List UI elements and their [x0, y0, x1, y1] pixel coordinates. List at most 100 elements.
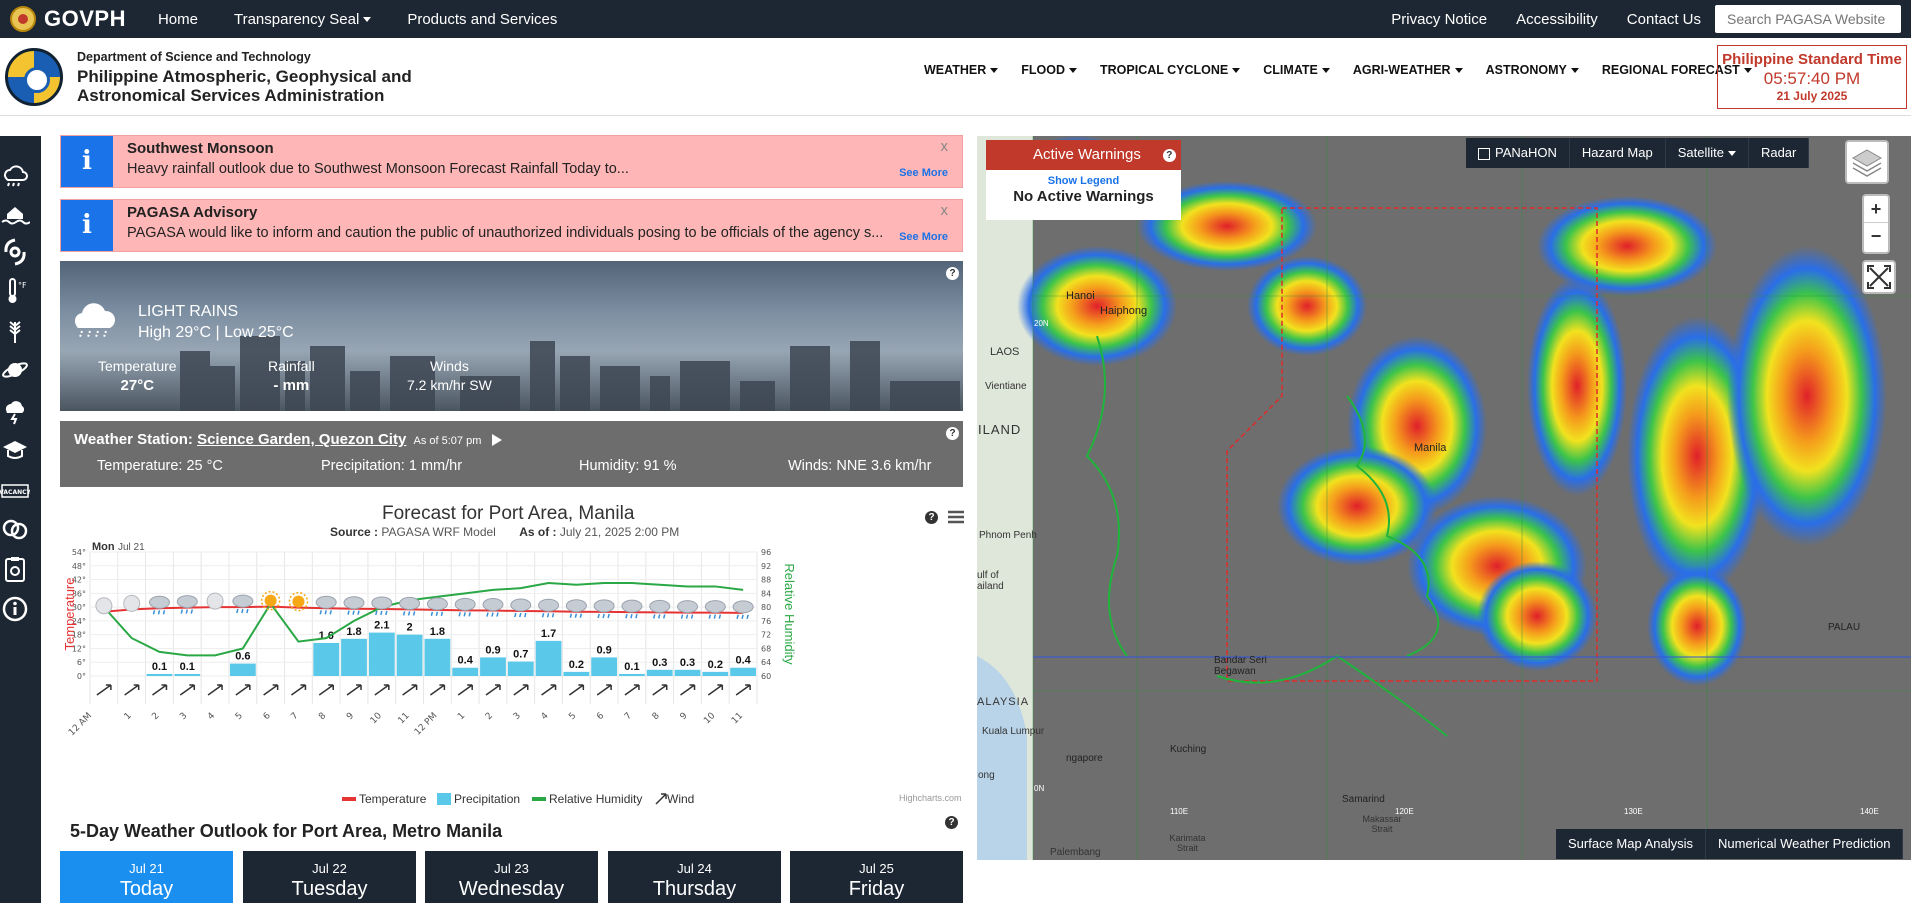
x-tick: 1 — [456, 711, 467, 722]
x-tick: 12 PM — [413, 711, 440, 738]
precip-bar — [341, 638, 367, 676]
x-tick: 10 — [702, 711, 717, 726]
chart-credits[interactable]: Highcharts.com — [899, 793, 962, 803]
panahon-icon — [1478, 147, 1490, 160]
day-tab-wednesday[interactable]: Jul 23 Wednesday — [425, 851, 598, 903]
nav-astronomy[interactable]: ASTRONOMY — [1486, 63, 1579, 77]
wind-arrow — [402, 684, 418, 696]
skyline-building — [350, 371, 380, 411]
zoom-out-button[interactable]: − — [1864, 222, 1888, 249]
station-link[interactable]: Science Garden, Quezon City — [197, 431, 406, 448]
fullscreen-icon[interactable] — [1862, 260, 1896, 294]
contact-us-link[interactable]: Contact Us — [1627, 11, 1701, 28]
satellite-dropdown[interactable]: Satellite — [1666, 138, 1749, 168]
main-nav: WEATHER FLOOD TROPICAL CYCLONE CLIMATE A… — [924, 63, 1775, 77]
active-warnings-header[interactable]: Active Warnings? — [986, 140, 1181, 170]
legend-wind[interactable]: Wind — [655, 792, 694, 806]
day-tab-today[interactable]: Jul 21 Today — [60, 851, 233, 903]
legend-precipitation[interactable]: Precipitation — [437, 792, 520, 806]
accessibility-link[interactable]: Accessibility — [1516, 11, 1598, 28]
play-icon[interactable] — [491, 434, 502, 447]
x-tick: 1 — [123, 711, 134, 722]
outlook-help-icon[interactable]: ? — [945, 816, 958, 829]
precip-label: 0.1 — [180, 661, 195, 673]
see-more-link[interactable]: See More — [899, 231, 948, 243]
rain-cloud-icon — [677, 600, 699, 614]
top-bar: GOVPH Home Transparency Seal Products an… — [0, 0, 1911, 38]
agri-weather-icon[interactable] — [0, 316, 30, 346]
climate-icon[interactable]: °F — [0, 276, 30, 306]
close-icon[interactable]: x — [941, 138, 949, 155]
southwest-monsoon-alert[interactable]: i Southwest Monsoon Heavy rainfall outlo… — [60, 135, 963, 188]
privacy-notice-link[interactable]: Privacy Notice — [1391, 11, 1487, 28]
nav-flood[interactable]: FLOOD — [1021, 63, 1077, 77]
pagasa-logo[interactable] — [5, 48, 63, 106]
skyline-building — [210, 366, 235, 411]
skyline-building — [560, 356, 590, 411]
day-date: Jul 24 — [677, 861, 712, 876]
vacancy-icon[interactable]: VACANCY — [0, 476, 30, 506]
y-right-tick: 84 — [761, 589, 771, 598]
nav-weather[interactable]: WEATHER — [924, 63, 998, 77]
radar-button[interactable]: Radar — [1749, 138, 1810, 168]
transparency-seal-dropdown[interactable]: Transparency Seal — [234, 11, 371, 28]
cloudy-night-icon — [206, 592, 224, 610]
satellite-map[interactable]: Active Warnings? Show Legend No Active W… — [977, 136, 1911, 860]
satellite-imagery[interactable] — [977, 136, 1911, 860]
rain-cloud-icon — [732, 600, 754, 614]
info-icon: i — [61, 200, 113, 251]
rain-cloud-icon — [510, 598, 532, 612]
station-asof: As of 5:07 pm — [413, 435, 482, 447]
y-right-tick: 88 — [761, 576, 771, 585]
close-icon[interactable]: x — [941, 202, 949, 219]
pagasa-advisory-alert[interactable]: i PAGASA Advisory PAGASA would like to i… — [60, 199, 963, 252]
map-label: Hanoi — [1066, 290, 1095, 302]
thunderstorm-icon[interactable] — [0, 396, 30, 426]
search-input[interactable] — [1715, 5, 1901, 33]
day-tab-friday[interactable]: Jul 25 Friday — [790, 851, 963, 903]
education-icon[interactable] — [0, 436, 30, 466]
see-more-link[interactable]: See More — [899, 167, 948, 179]
help-icon[interactable]: ? — [946, 267, 959, 280]
govph-logo-link[interactable]: GOVPH — [44, 6, 126, 32]
help-icon[interactable]: ? — [1162, 148, 1176, 162]
wind-arrow — [652, 684, 668, 696]
layers-icon[interactable] — [1845, 140, 1889, 184]
weather-icon[interactable] — [0, 160, 30, 190]
surface-map-analysis-button[interactable]: Surface Map Analysis — [1556, 829, 1707, 859]
hazard-map-button[interactable]: Hazard Map — [1570, 138, 1666, 168]
day-tab-tuesday[interactable]: Jul 22 Tuesday — [243, 851, 416, 903]
chart-help-icon[interactable]: ? — [925, 511, 938, 524]
nav-agri-weather[interactable]: AGRI-WEATHER — [1353, 63, 1463, 77]
agency-name[interactable]: Philippine Atmospheric, Geophysical and … — [77, 67, 437, 105]
numerical-weather-prediction-button[interactable]: Numerical Weather Prediction — [1706, 829, 1904, 859]
day-name: Tuesday — [291, 878, 368, 900]
forecast-chart: 0°6°12°18°24°30°36°42°48°54°606468727680… — [62, 541, 797, 738]
linkages-icon[interactable] — [0, 514, 30, 544]
wind-arrow — [346, 684, 362, 696]
legend-label: Precipitation — [454, 792, 521, 806]
flood-icon[interactable] — [0, 200, 30, 230]
wind-arrow — [707, 684, 724, 696]
clipboard-icon[interactable] — [0, 554, 30, 584]
map-label: LAOS — [990, 346, 1020, 358]
tropical-cyclone-icon[interactable] — [0, 237, 30, 267]
zoom-in-button[interactable]: + — [1864, 196, 1888, 222]
wind-arrow — [513, 684, 529, 696]
nav-tropical-cyclone[interactable]: TROPICAL CYCLONE — [1100, 63, 1240, 77]
astronomy-icon[interactable] — [0, 355, 30, 385]
products-services-link[interactable]: Products and Services — [407, 11, 557, 28]
y-right-tick: 92 — [761, 562, 771, 571]
nav-climate[interactable]: CLIMATE — [1263, 63, 1330, 77]
map-label: Palembang — [1050, 847, 1101, 858]
panahon-button[interactable]: PANaHON — [1466, 138, 1570, 168]
show-legend-link[interactable]: Show Legend — [986, 175, 1181, 187]
help-icon[interactable]: ? — [946, 427, 959, 440]
chart-menu-icon[interactable] — [947, 509, 965, 525]
legend-humidity[interactable]: Relative Humidity — [532, 792, 642, 806]
info-icon[interactable] — [0, 594, 30, 624]
legend-temperature[interactable]: Temperature — [342, 792, 426, 806]
day-tab-thursday[interactable]: Jul 24 Thursday — [608, 851, 781, 903]
weather-condition: LIGHT RAINS — [138, 303, 239, 320]
home-link[interactable]: Home — [158, 11, 198, 28]
